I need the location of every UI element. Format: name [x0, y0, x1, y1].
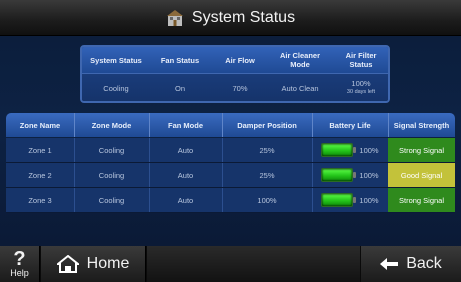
header-air-filter-status: Air Filter Status — [330, 47, 388, 73]
damper-position: 25% — [222, 138, 313, 162]
header-system-status: System Status — [82, 47, 151, 73]
damper-position: 25% — [222, 163, 313, 187]
back-arrow-icon — [380, 258, 399, 270]
signal-strength: Good Signal — [388, 163, 455, 187]
signal-strength: Strong Signal — [388, 138, 455, 162]
zone-table-header: Zone Name Zone Mode Fan Mode Damper Posi… — [6, 113, 455, 137]
battery-icon — [321, 143, 357, 157]
zone-row[interactable]: Zone 2 Cooling Auto 25% 100% Good Signal — [6, 163, 455, 188]
battery-percent: 100% — [359, 170, 379, 180]
value-air-flow: 70% — [210, 73, 271, 101]
home-icon — [56, 255, 79, 273]
header-fan-status: Fan Status — [150, 47, 211, 73]
zone-header-battery: Battery Life — [312, 113, 389, 137]
bottom-spacer — [147, 246, 360, 282]
zone-name: Zone 2 — [6, 163, 75, 187]
zone-mode: Cooling — [74, 188, 150, 212]
zone-name: Zone 1 — [6, 138, 75, 162]
zone-row[interactable]: Zone 1 Cooling Auto 25% 100% Strong Sign… — [6, 138, 455, 163]
fan-mode: Auto — [149, 138, 223, 162]
page-title: System Status — [191, 9, 296, 26]
battery-percent: 100% — [359, 195, 379, 205]
zone-header-signal: Signal Strength — [393, 120, 450, 130]
zone-header-name: Zone Name — [6, 113, 75, 137]
value-air-cleaner-mode: Auto Clean — [270, 73, 331, 101]
battery-life: 100% — [312, 163, 389, 187]
damper-position: 100% — [222, 188, 313, 212]
header-air-cleaner-mode: Air Cleaner Mode — [270, 47, 331, 73]
zone-mode: Cooling — [74, 163, 150, 187]
battery-life: 100% — [312, 138, 389, 162]
zone-mode: Cooling — [74, 138, 150, 162]
system-status-table: System Status Fan Status Air Flow Air Cl… — [80, 45, 390, 103]
battery-icon — [321, 193, 357, 207]
zone-row[interactable]: Zone 3 Cooling Auto 100% 100% Strong Sig… — [6, 188, 455, 213]
value-air-filter-status: 100% 30 days left — [330, 73, 388, 101]
header-air-flow: Air Flow — [210, 47, 271, 73]
home-button[interactable]: Home — [41, 246, 146, 282]
zone-header-mode: Zone Mode — [74, 113, 150, 137]
zone-header-fan: Fan Mode — [149, 113, 223, 137]
fan-mode: Auto — [149, 188, 223, 212]
back-label: Back — [406, 255, 442, 272]
home-label: Home — [86, 255, 130, 272]
zone-header-damper: Damper Position — [222, 113, 313, 137]
back-button[interactable]: Back — [361, 246, 461, 282]
signal-strength: Strong Signal — [388, 188, 455, 212]
house-icon — [166, 10, 183, 26]
battery-life: 100% — [312, 188, 389, 212]
value-fan-status: On — [150, 73, 211, 101]
question-icon: ? — [13, 248, 26, 270]
battery-icon — [321, 168, 357, 182]
air-filter-days: 30 days left — [346, 89, 376, 95]
air-filter-percent: 100% — [351, 79, 371, 88]
title-area: System Status — [0, 0, 461, 36]
help-label: Help — [10, 268, 29, 278]
fan-mode: Auto — [149, 163, 223, 187]
value-system-status: Cooling — [82, 73, 151, 101]
zone-name: Zone 3 — [6, 188, 75, 212]
help-button[interactable]: ? Help — [0, 246, 40, 282]
battery-percent: 100% — [359, 145, 379, 155]
